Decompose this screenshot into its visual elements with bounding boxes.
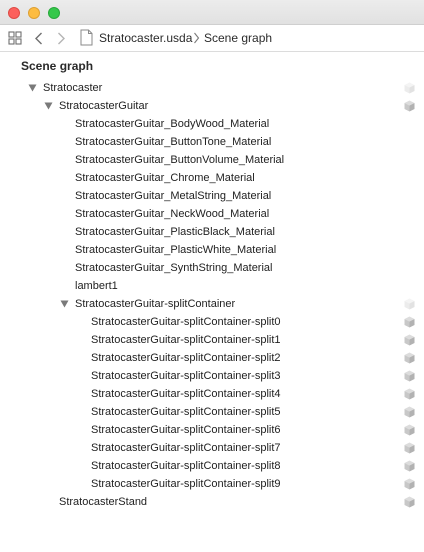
cube-icon: [404, 496, 415, 508]
tree-row-label: StratocasterGuitar-splitContainer-split4: [91, 388, 281, 400]
tree-row[interactable]: StratocasterGuitar_ButtonTone_Material: [0, 133, 424, 151]
tree-row[interactable]: StratocasterGuitar_BodyWood_Material: [0, 115, 424, 133]
tree-row-label: StratocasterGuitar_ButtonTone_Material: [75, 136, 272, 148]
disclosure-triangle-icon[interactable]: [44, 102, 53, 110]
tree-row-label: StratocasterGuitar-splitContainer-split8: [91, 460, 281, 472]
tree-row[interactable]: StratocasterGuitar_NeckWood_Material: [0, 205, 424, 223]
cube-icon: [404, 406, 415, 418]
cube-icon: [404, 424, 415, 436]
cube-icon: [404, 298, 415, 310]
tree-row-label: StratocasterStand: [59, 496, 148, 508]
tree-row-label: StratocasterGuitar-splitContainer-split6: [91, 424, 281, 436]
tree-row-label: StratocasterGuitar-splitContainer: [75, 298, 236, 310]
tree-row[interactable]: StratocasterGuitar_SynthString_Material: [0, 259, 424, 277]
tree-row[interactable]: StratocasterGuitar: [0, 97, 424, 115]
back-icon[interactable]: [34, 32, 44, 45]
tree-row-label: StratocasterGuitar_PlasticBlack_Material: [75, 226, 275, 238]
tree-row-label: lambert1: [75, 280, 118, 292]
cube-icon: [404, 334, 415, 346]
tree-row[interactable]: StratocasterGuitar-splitContainer-split8: [0, 457, 424, 475]
tree-row[interactable]: StratocasterGuitar-splitContainer-split6: [0, 421, 424, 439]
tree-row[interactable]: StratocasterGuitar-splitContainer-split4: [0, 385, 424, 403]
tree-row[interactable]: StratocasterStand: [0, 493, 424, 511]
cube-icon: [404, 352, 415, 364]
forward-icon[interactable]: [56, 32, 66, 45]
zoom-window-button[interactable]: [48, 7, 60, 19]
path-bar: Stratocaster.usda Scene graph: [0, 25, 424, 52]
disclosure-triangle-icon[interactable]: [28, 84, 37, 92]
breadcrumb-scene-graph[interactable]: Scene graph: [204, 31, 272, 45]
cube-icon: [404, 478, 415, 490]
cube-icon: [404, 82, 415, 94]
cube-icon: [404, 388, 415, 400]
tree-row-label: StratocasterGuitar-splitContainer-split3: [91, 370, 281, 382]
breadcrumb-file[interactable]: Stratocaster.usda: [99, 31, 192, 45]
cube-icon: [404, 460, 415, 472]
cube-icon: [404, 316, 415, 328]
tree-row[interactable]: StratocasterGuitar_MetalString_Material: [0, 187, 424, 205]
page-title: Scene graph: [21, 59, 94, 73]
tree-row[interactable]: StratocasterGuitar_PlasticBlack_Material: [0, 223, 424, 241]
tree-row-label: StratocasterGuitar_NeckWood_Material: [75, 208, 270, 220]
tree-row-label: StratocasterGuitar-splitContainer-split1: [91, 334, 281, 346]
chevron-right-icon: [194, 32, 200, 44]
cube-icon: [404, 442, 415, 454]
tree-row-label: StratocasterGuitar: [59, 100, 149, 112]
tree-row[interactable]: StratocasterGuitar-splitContainer-split0: [0, 313, 424, 331]
tree-row-label: StratocasterGuitar-splitContainer-split5: [91, 406, 281, 418]
tree-row-label: Stratocaster: [43, 82, 103, 94]
minimize-window-button[interactable]: [28, 7, 40, 19]
cube-icon: [404, 100, 415, 112]
tree-row[interactable]: StratocasterGuitar-splitContainer-split1: [0, 331, 424, 349]
grid-icon[interactable]: [8, 31, 22, 45]
tree-row-label: StratocasterGuitar_MetalString_Material: [75, 190, 272, 202]
tree-row-label: StratocasterGuitar-splitContainer-split2: [91, 352, 281, 364]
tree-row-label: StratocasterGuitar_BodyWood_Material: [75, 118, 270, 130]
scene-graph-panel: Scene graph Stratocaster StratocasterGuit…: [0, 53, 424, 552]
tree-row[interactable]: StratocasterGuitar-splitContainer-split9: [0, 475, 424, 493]
tree-row[interactable]: StratocasterGuitar-splitContainer-split3: [0, 367, 424, 385]
disclosure-triangle-icon[interactable]: [60, 300, 69, 308]
tree-row-label: StratocasterGuitar_SynthString_Material: [75, 262, 273, 274]
cube-icon: [404, 370, 415, 382]
tree-row[interactable]: StratocasterGuitar-splitContainer: [0, 295, 424, 313]
tree-row[interactable]: StratocasterGuitar-splitContainer-split5: [0, 403, 424, 421]
tree-row[interactable]: StratocasterGuitar_Chrome_Material: [0, 169, 424, 187]
close-window-button[interactable]: [8, 7, 20, 19]
tree-row[interactable]: lambert1: [0, 277, 424, 295]
tree-row-label: StratocasterGuitar-splitContainer-split0: [91, 316, 281, 328]
tree-row[interactable]: StratocasterGuitar-splitContainer-split7: [0, 439, 424, 457]
tree-row-label: StratocasterGuitar-splitContainer-split9: [91, 478, 281, 490]
tree-row-label: StratocasterGuitar_Chrome_Material: [75, 172, 255, 184]
title-bar: [0, 0, 424, 25]
tree-row[interactable]: StratocasterGuitar_ButtonVolume_Material: [0, 151, 424, 169]
tree-row-label: StratocasterGuitar_ButtonVolume_Material: [75, 154, 285, 166]
tree-row[interactable]: Stratocaster: [0, 79, 424, 97]
tree-row-label: StratocasterGuitar_PlasticWhite_Material: [75, 244, 277, 256]
tree-row[interactable]: StratocasterGuitar-splitContainer-split2: [0, 349, 424, 367]
document-icon: [80, 29, 93, 46]
tree-row[interactable]: StratocasterGuitar_PlasticWhite_Material: [0, 241, 424, 259]
tree-row-label: StratocasterGuitar-splitContainer-split7: [91, 442, 281, 454]
